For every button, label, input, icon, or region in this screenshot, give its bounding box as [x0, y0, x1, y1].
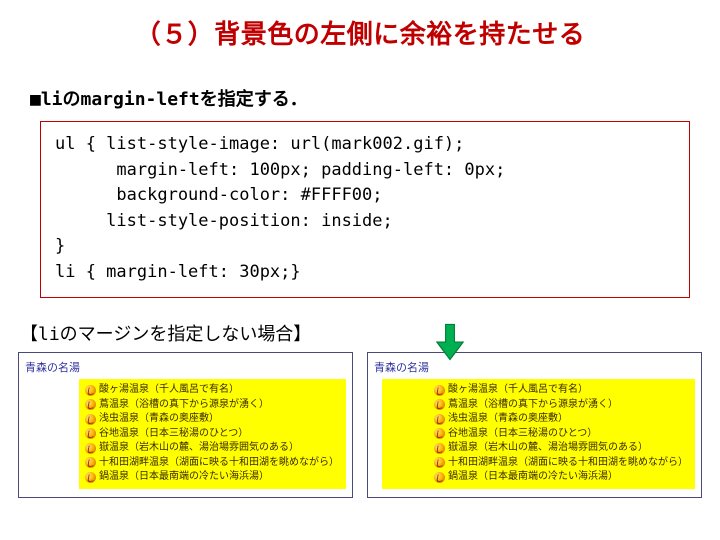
bullet-icon: [434, 399, 445, 410]
example-right-list: 酸ヶ湯温泉（千人風呂で有名） 蔦温泉（浴槽の真下から源泉が湧く） 浅虫温泉（青森…: [382, 379, 695, 489]
list-item: 酸ヶ湯温泉（千人風呂で有名）: [388, 383, 689, 398]
code-block: ul { list-style-image: url(mark002.gif);…: [40, 121, 690, 298]
list-item: 嶽温泉（岩木山の麓、湯治場雰囲気のある）: [388, 441, 689, 456]
example-left-list: 酸ヶ湯温泉（千人風呂で有名） 蔦温泉（浴槽の真下から源泉が湧く） 浅虫温泉（青森…: [79, 379, 346, 489]
bullet-icon: [85, 414, 96, 425]
list-item: 十和田湖畔温泉（湖面に映る十和田湖を眺めながら）: [85, 456, 340, 471]
section-subheading: ■liのmargin-leftを指定する．: [30, 85, 720, 111]
example-heading-right: 青森の名湯: [374, 359, 695, 375]
bullet-icon: [434, 428, 445, 439]
list-item: 十和田湖畔温泉（湖面に映る十和田湖を眺めながら）: [388, 456, 689, 471]
examples-row: 青森の名湯 酸ヶ湯温泉（千人風呂で有名） 蔦温泉（浴槽の真下から源泉が湧く） 浅…: [18, 352, 702, 498]
example-caption: 【liのマージンを指定しない場合】: [20, 320, 720, 346]
list-item: 浅虫温泉（青森の奥座敷）: [85, 412, 340, 427]
example-left: 青森の名湯 酸ヶ湯温泉（千人風呂で有名） 蔦温泉（浴槽の真下から源泉が湧く） 浅…: [18, 352, 353, 498]
list-item: 鍋温泉（日本最南端の冷たい海浜湯）: [388, 470, 689, 485]
list-item: 蔦温泉（浴槽の真下から源泉が湧く）: [388, 398, 689, 413]
bullet-icon: [85, 472, 96, 483]
list-item: 浅虫温泉（青森の奥座敷）: [388, 412, 689, 427]
bullet-icon: [434, 385, 445, 396]
bullet-icon: [434, 457, 445, 468]
list-item: 鍋温泉（日本最南端の冷たい海浜湯）: [85, 470, 340, 485]
bullet-icon: [85, 428, 96, 439]
bullet-icon: [85, 443, 96, 454]
bullet-icon: [434, 443, 445, 454]
slide-title: （５）背景色の左側に余裕を持たせる: [0, 0, 720, 61]
bullet-icon: [434, 472, 445, 483]
list-item: 蔦温泉（浴槽の真下から源泉が湧く）: [85, 398, 340, 413]
list-item: 嶽温泉（岩木山の麓、湯治場雰囲気のある）: [85, 441, 340, 456]
list-item: 酸ヶ湯温泉（千人風呂で有名）: [85, 383, 340, 398]
example-right: 青森の名湯 酸ヶ湯温泉（千人風呂で有名） 蔦温泉（浴槽の真下から源泉が湧く） 浅…: [367, 352, 702, 498]
bullet-icon: [85, 457, 96, 468]
bullet-icon: [85, 399, 96, 410]
bullet-icon: [434, 414, 445, 425]
down-arrow-icon: [428, 320, 472, 364]
list-item: 谷地温泉（日本三秘湯のひとつ）: [85, 427, 340, 442]
bullet-icon: [85, 385, 96, 396]
list-item: 谷地温泉（日本三秘湯のひとつ）: [388, 427, 689, 442]
example-heading-left: 青森の名湯: [25, 359, 346, 375]
